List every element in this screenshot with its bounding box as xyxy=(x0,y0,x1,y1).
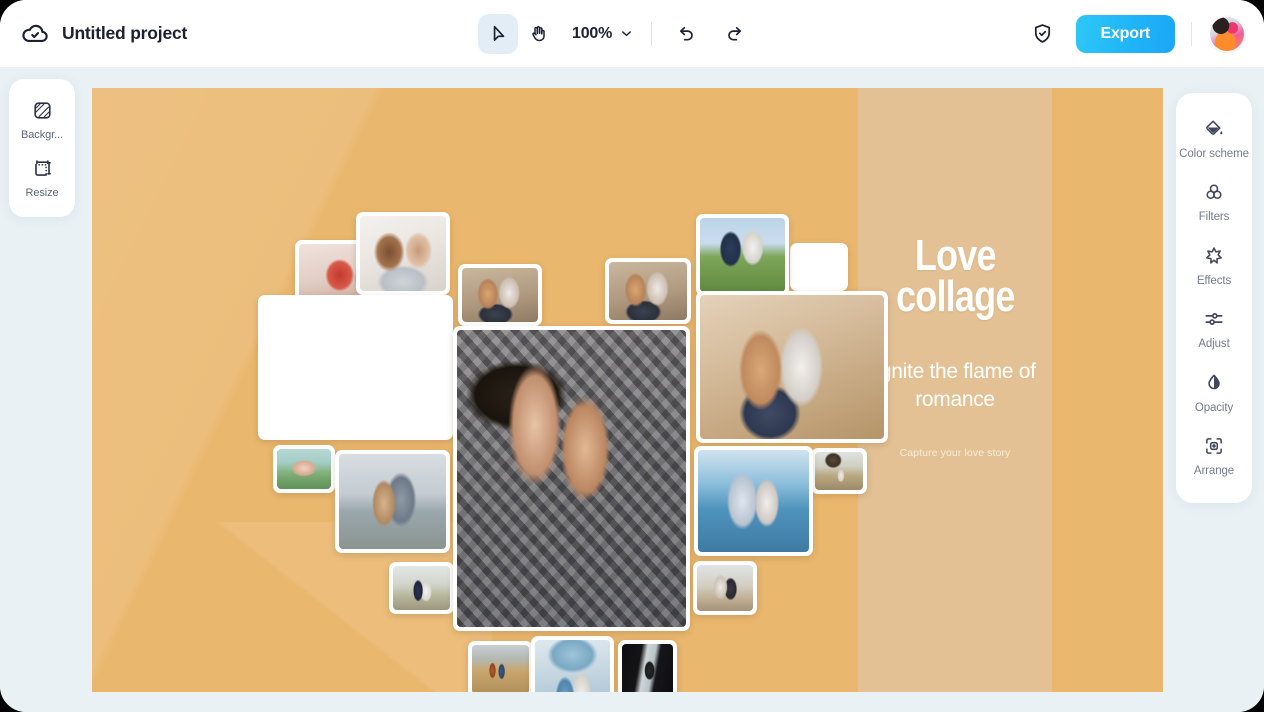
background-hatch-icon xyxy=(31,97,54,123)
left-tool-panel: Backgr... Resize xyxy=(9,79,75,217)
chevron-down-icon xyxy=(622,31,632,37)
resize-icon xyxy=(31,155,54,181)
shield-check-button[interactable] xyxy=(1026,17,1060,51)
photo-car-couple-image xyxy=(535,640,610,692)
photo-laptop-couple[interactable] xyxy=(458,264,542,326)
sidebar-item-adjust-label: Adjust xyxy=(1198,338,1230,351)
sidebar-item-color-scheme[interactable]: Color scheme xyxy=(1176,107,1252,170)
cloud-check-icon xyxy=(20,19,50,49)
photo-wedding-kiss[interactable] xyxy=(389,562,454,614)
photo-desk-couple-image xyxy=(609,262,687,320)
collage-caption: Capture your love story xyxy=(899,447,1011,460)
project-title[interactable]: Untitled project xyxy=(62,23,187,44)
photo-field-running-image xyxy=(472,645,529,692)
photo-moving-boxes[interactable] xyxy=(696,291,888,443)
redo-button[interactable] xyxy=(717,17,751,51)
sidebar-item-opacity-label: Opacity xyxy=(1194,401,1234,414)
right-tool-panel: Color scheme Filters Effects Adjust Opac… xyxy=(1176,93,1252,504)
sidebar-item-opacity[interactable]: Opacity xyxy=(1176,361,1252,424)
photo-cinema-couple[interactable] xyxy=(258,295,453,440)
photo-bed-laughing[interactable] xyxy=(356,212,450,295)
three-circles-icon xyxy=(1203,179,1225,205)
canvas-band-right xyxy=(1052,88,1163,692)
photo-tree-wedding[interactable] xyxy=(811,448,867,494)
photo-tree-wedding-image xyxy=(815,452,863,490)
editor-window: Untitled project 100% Export Backgr... R… xyxy=(0,0,1264,712)
cursor-arrow-icon xyxy=(493,25,504,41)
hand-icon xyxy=(531,26,545,42)
redo-arrow-icon xyxy=(727,26,741,41)
sidebar-item-background[interactable]: Backgr... xyxy=(9,89,75,147)
photo-main-couple[interactable] xyxy=(453,326,690,631)
design-canvas[interactable]: Love collage Ignite the flame of romance… xyxy=(92,88,1163,692)
sidebar-item-filters-label: Filters xyxy=(1198,211,1230,224)
sidebar-item-adjust[interactable]: Adjust xyxy=(1176,297,1252,360)
photo-silhouette-door[interactable] xyxy=(618,640,677,692)
collage-title: Love collage xyxy=(895,231,1015,321)
photo-holding-hands[interactable] xyxy=(273,445,335,493)
sparkle-star-icon xyxy=(1203,243,1225,269)
zoom-control[interactable]: 100% xyxy=(572,25,634,43)
photo-backs-together-image xyxy=(339,454,446,549)
photo-holding-hands-image xyxy=(277,449,331,489)
sliders-icon xyxy=(1203,306,1225,332)
photo-wedding-kiss-image xyxy=(393,566,450,610)
shield-check-icon xyxy=(1034,24,1051,43)
photo-sea-couple-image xyxy=(698,450,809,552)
photo-car-couple[interactable] xyxy=(531,636,614,692)
photo-bed-laughing-image xyxy=(360,216,446,291)
paint-bucket-icon xyxy=(1203,116,1225,142)
sidebar-item-effects[interactable]: Effects xyxy=(1176,234,1252,297)
sidebar-item-color-scheme-label: Color scheme xyxy=(1179,148,1249,160)
photo-desert-kiss[interactable] xyxy=(693,561,757,615)
arrange-frame-icon xyxy=(1203,433,1225,459)
sidebar-item-resize[interactable]: Resize xyxy=(9,147,75,205)
app-header: Untitled project 100% Export xyxy=(0,0,1264,67)
undo-button[interactable] xyxy=(669,17,703,51)
avatar-divider xyxy=(1191,21,1192,46)
photo-main-couple-image xyxy=(457,330,686,627)
zoom-value: 100% xyxy=(572,24,613,42)
sidebar-item-arrange-label: Arrange xyxy=(1193,464,1235,477)
header-tools-group: 100% xyxy=(478,0,751,67)
photo-laptop-couple-image xyxy=(462,268,538,322)
photo-sunset-lake[interactable] xyxy=(790,243,848,291)
user-avatar[interactable] xyxy=(1208,14,1246,53)
photo-desk-couple[interactable] xyxy=(605,258,691,324)
photo-field-running[interactable] xyxy=(468,641,533,692)
workspace: Backgr... Resize Color scheme Filters Ef… xyxy=(0,67,1264,712)
toolbar-divider xyxy=(651,21,653,46)
sidebar-item-arrange[interactable]: Arrange xyxy=(1176,424,1252,487)
photo-silhouette-door-image xyxy=(622,644,673,692)
photo-sea-couple[interactable] xyxy=(694,446,813,556)
photo-moving-boxes-image xyxy=(700,295,884,439)
hand-tool-button[interactable] xyxy=(518,14,558,54)
droplet-icon xyxy=(1203,370,1225,396)
photo-desert-kiss-image xyxy=(697,565,753,611)
photo-backs-together[interactable] xyxy=(335,450,450,553)
header-left-group: Untitled project xyxy=(20,0,187,67)
sidebar-item-filters[interactable]: Filters xyxy=(1176,170,1252,233)
photo-grass-couple-image xyxy=(700,218,785,292)
select-tool-button[interactable] xyxy=(478,13,518,54)
photo-sunset-lake-image xyxy=(794,247,844,287)
photo-cinema-couple-image xyxy=(262,299,449,436)
photo-grass-couple[interactable] xyxy=(696,214,789,296)
sidebar-item-resize-label: Resize xyxy=(25,187,59,199)
sidebar-item-effects-label: Effects xyxy=(1196,274,1232,287)
export-button[interactable]: Export xyxy=(1075,14,1175,53)
sidebar-item-background-label: Backgr... xyxy=(21,129,63,141)
undo-arrow-icon xyxy=(679,26,693,41)
header-right-group: Export xyxy=(1026,0,1246,67)
